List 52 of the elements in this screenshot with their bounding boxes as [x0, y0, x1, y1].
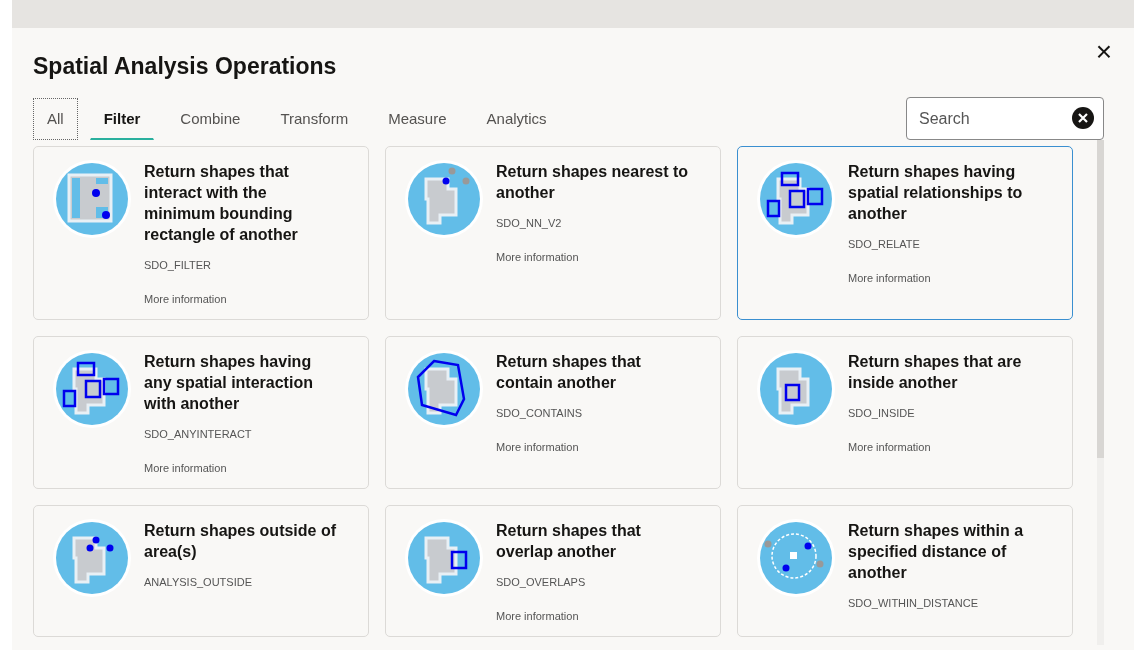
- more-information-link[interactable]: More information: [848, 441, 1044, 453]
- more-information-link[interactable]: More information: [144, 293, 340, 305]
- clear-icon[interactable]: [1072, 107, 1094, 129]
- tab[interactable]: Analytics: [472, 97, 561, 140]
- operation-code: SDO_WITHIN_DISTANCE: [848, 597, 979, 609]
- operation-card[interactable]: Return shapes outside of area(s) ANALYSIS_OUTSIDE: [33, 505, 369, 637]
- card-title: Return shapes that interact with the minimum bounding rectangle of another: [144, 162, 299, 245]
- tab[interactable]: Filter: [89, 97, 155, 140]
- more-information-link[interactable]: More information: [496, 251, 692, 263]
- operation-card[interactable]: Return shapes that interact with the minimum bounding rectangle of another SDO_FILTER More information: [33, 146, 369, 320]
- card-title: Return shapes having any spatial interaction with another: [144, 352, 314, 414]
- operation-code: SDO_OVERLAPS: [496, 576, 587, 588]
- operation-card[interactable]: Return shapes having spatial relationships to another SDO_RELATE More information: [737, 146, 1073, 320]
- tab[interactable]: Transform: [266, 97, 363, 140]
- operation-card[interactable]: Return shapes nearest to another SDO_NN_V2 More information: [385, 146, 721, 320]
- card-title: Return shapes that are inside another: [848, 352, 1023, 393]
- operation-card[interactable]: Return shapes within a specified distance of another SDO_WITHIN_DISTANCE: [737, 505, 1073, 637]
- more-information-link[interactable]: More information: [144, 462, 340, 474]
- tab[interactable]: Measure: [374, 97, 461, 140]
- shape-dots-icon: [52, 518, 132, 598]
- operation-card[interactable]: Return shapes that are inside another SDO_INSIDE More information: [737, 336, 1073, 489]
- operation-code: SDO_INSIDE: [848, 407, 916, 419]
- close-button[interactable]: ×: [1091, 38, 1116, 66]
- card-title: Return shapes that overlap another: [496, 521, 642, 562]
- scrollbar[interactable]: [1097, 140, 1104, 645]
- map-shapes-dots-icon: [52, 159, 132, 239]
- dialog-title: Spatial Analysis Operations: [33, 52, 337, 80]
- tab[interactable]: Combine: [166, 97, 255, 140]
- shape-squares-icon: [52, 349, 132, 429]
- more-information-link[interactable]: More information: [496, 441, 692, 453]
- operation-code: SDO_RELATE: [848, 238, 921, 250]
- operation-code: SDO_FILTER: [144, 259, 213, 271]
- card-title: Return shapes nearest to another: [496, 162, 690, 203]
- operation-code: SDO_CONTAINS: [496, 407, 583, 419]
- operation-code: ANALYSIS_OUTSIDE: [144, 576, 253, 588]
- operation-code: SDO_NN_V2: [496, 217, 563, 229]
- card-title: Return shapes within a specified distance of another: [848, 521, 1025, 583]
- shape-dots-icon: [404, 159, 484, 239]
- card-title: Return shapes having spatial relationships to another: [848, 162, 1024, 224]
- search-field[interactable]: Search: [906, 97, 1104, 140]
- operation-card[interactable]: Return shapes having any spatial interaction with another SDO_ANYINTERACT More information: [33, 336, 369, 489]
- operation-code: SDO_ANYINTERACT: [144, 428, 253, 440]
- shape-squares-icon: [756, 159, 836, 239]
- more-information-link[interactable]: More information: [848, 272, 1044, 284]
- card-title: Return shapes outside of area(s): [144, 521, 338, 562]
- operation-card[interactable]: Return shapes that overlap another SDO_OVERLAPS More information: [385, 505, 721, 637]
- distance-circle-icon: [756, 518, 836, 598]
- tab[interactable]: All: [33, 97, 78, 140]
- more-information-link[interactable]: More information: [496, 610, 692, 622]
- operation-card[interactable]: Return shapes that contain another SDO_CONTAINS More information: [385, 336, 721, 489]
- shape-polygon-icon: [404, 349, 484, 429]
- card-title: Return shapes that contain another: [496, 352, 642, 393]
